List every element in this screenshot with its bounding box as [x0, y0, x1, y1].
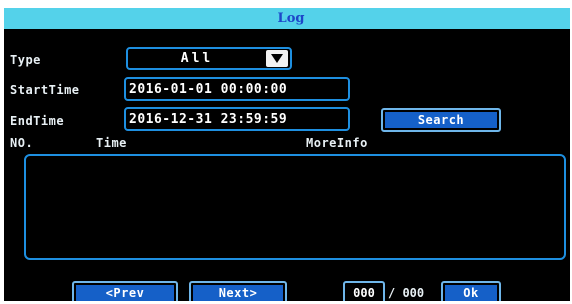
type-select[interactable]: All	[126, 47, 292, 70]
column-header-time: Time	[96, 136, 127, 150]
search-button[interactable]: Search	[381, 108, 501, 132]
end-time-field[interactable]: 2016-12-31 23:59:59	[124, 107, 350, 131]
current-page-value: 000	[353, 286, 375, 300]
end-time-value: 2016-12-31 23:59:59	[129, 111, 288, 127]
prev-button[interactable]: <Prev	[72, 281, 178, 301]
prev-button-label: <Prev	[76, 285, 174, 301]
type-label: Type	[10, 53, 41, 67]
next-button-label: Next>	[193, 285, 283, 301]
start-time-value: 2016-01-01 00:00:00	[129, 81, 288, 97]
column-header-moreinfo: MoreInfo	[306, 136, 368, 150]
start-time-label: StartTime	[10, 83, 80, 97]
window-title: Log	[277, 11, 305, 26]
search-button-label: Search	[385, 112, 497, 128]
start-time-field[interactable]: 2016-01-01 00:00:00	[124, 77, 350, 101]
triangle-down-icon	[271, 54, 283, 63]
next-button[interactable]: Next>	[189, 281, 287, 301]
title-bar: Log	[4, 8, 570, 29]
ok-button-label: Ok	[445, 285, 497, 301]
column-header-no: NO.	[10, 136, 34, 150]
ok-button[interactable]: Ok	[441, 281, 501, 301]
total-pages: / 000	[388, 286, 425, 300]
end-time-label: EndTime	[10, 114, 65, 128]
dropdown-button[interactable]	[266, 50, 288, 67]
type-select-value: All	[180, 51, 214, 66]
log-window: Log Type All StartTime 2016-01-01 00:00:…	[4, 8, 570, 301]
page-number-field[interactable]: 000	[343, 281, 385, 301]
log-list[interactable]	[24, 154, 566, 260]
